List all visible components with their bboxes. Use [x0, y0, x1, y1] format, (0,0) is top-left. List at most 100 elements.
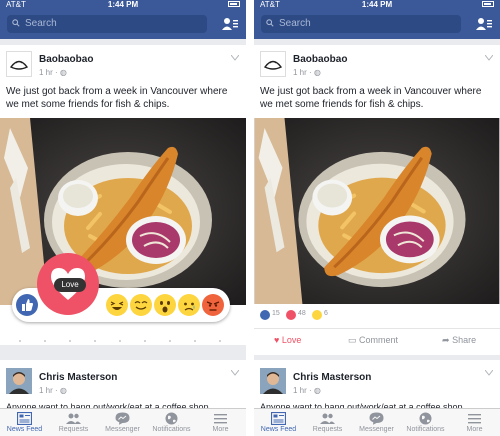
tab-bar: News Feed Requests Messenger Notificatio…: [0, 408, 246, 436]
globe-icon: ◍: [59, 386, 67, 395]
messenger-icon: [115, 412, 130, 425]
tab-messenger[interactable]: Messenger: [98, 409, 147, 436]
comment-button[interactable]: ▭ Comment: [348, 329, 398, 351]
tab-label: Requests: [312, 426, 343, 433]
menu-icon: [468, 414, 481, 424]
smile-reaction-icon[interactable]: [130, 294, 152, 316]
sad-reaction-icon[interactable]: [178, 294, 200, 316]
fish-and-chips-image: [254, 118, 500, 304]
search-icon: [12, 19, 20, 27]
post-author[interactable]: Chris Masterson: [293, 372, 371, 383]
phone-screen-right: AT&T 1:44 PM Search Baobaobao 1 hr · ◍ W…: [254, 0, 500, 436]
tab-label: More: [212, 426, 229, 433]
search-input[interactable]: Search: [7, 15, 207, 33]
tab-requests[interactable]: Requests: [49, 409, 98, 436]
like-count-value: 15: [272, 310, 280, 317]
battery-icon: [482, 1, 494, 7]
search-placeholder: Search: [25, 18, 57, 29]
globe-icon: ◍: [313, 68, 321, 77]
tab-notifications[interactable]: Notifications: [401, 409, 450, 436]
tab-label: Messenger: [359, 426, 394, 433]
avatar[interactable]: [6, 368, 32, 394]
messenger-icon: [369, 412, 384, 425]
post-time: 1 hr: [39, 68, 53, 77]
tab-label: Messenger: [105, 426, 140, 433]
wow-icon: [312, 310, 322, 320]
tab-label: More: [466, 426, 483, 433]
wow-reaction-icon[interactable]: [154, 294, 176, 316]
globe-icon: [165, 412, 178, 425]
post-author[interactable]: Baobaobao: [39, 54, 93, 65]
post-author[interactable]: Baobaobao: [293, 54, 347, 65]
tab-label: News Feed: [6, 426, 43, 433]
top-navbar: Search: [254, 9, 500, 39]
tab-news-feed[interactable]: News Feed: [254, 409, 303, 436]
clock-label: 1:44 PM: [107, 0, 139, 9]
love-icon: [286, 310, 296, 320]
tab-news-feed[interactable]: News Feed: [0, 409, 49, 436]
like-reaction-icon[interactable]: [16, 294, 38, 316]
tab-notifications[interactable]: Notifications: [147, 409, 196, 436]
tab-label: News Feed: [260, 426, 297, 433]
globe-icon: ◍: [59, 68, 67, 77]
post-time: 1 hr: [293, 68, 307, 77]
love-count-value: 48: [298, 310, 306, 317]
comment-icon: ▭: [348, 335, 357, 345]
search-placeholder: Search: [279, 18, 311, 29]
globe-icon: [419, 412, 432, 425]
news-feed-icon: [17, 412, 32, 425]
post-author[interactable]: Chris Masterson: [39, 372, 117, 383]
chevron-down-icon[interactable]: [231, 55, 239, 61]
reaction-tooltip: Love: [54, 278, 86, 292]
friends-list-icon[interactable]: [476, 17, 492, 31]
post-time: 1 hr: [293, 386, 307, 395]
phone-screen-left: AT&T 1:44 PM Search Baobaobao 1 hr · ◍ W…: [0, 0, 246, 436]
post-time: 1 hr: [39, 386, 53, 395]
search-input[interactable]: Search: [261, 15, 461, 33]
tab-label: Notifications: [152, 426, 191, 433]
tab-messenger[interactable]: Messenger: [352, 409, 401, 436]
friends-list-icon[interactable]: [222, 17, 238, 31]
tab-label: Notifications: [406, 426, 445, 433]
love-button-label: Love: [281, 335, 302, 345]
bao-logo-icon: [9, 60, 29, 70]
love-button[interactable]: ♥ Love: [274, 329, 301, 351]
feed-divider: [19, 340, 221, 342]
avatar[interactable]: [260, 368, 286, 394]
status-bar: AT&T 1:44 PM: [0, 0, 246, 9]
post-photo[interactable]: [254, 118, 500, 304]
post-actions: ♥ Love ▭ Comment ➦ Share: [254, 328, 500, 351]
news-feed-icon: [271, 412, 286, 425]
menu-icon: [214, 414, 227, 424]
like-icon: [260, 310, 270, 320]
tab-bar: News Feed Requests Messenger Notificatio…: [254, 408, 500, 436]
angry-reaction-icon[interactable]: [202, 294, 224, 316]
post-meta: 1 hr · ◍: [39, 68, 67, 77]
post-text: We just got back from a week in Vancouve…: [260, 86, 482, 110]
share-button[interactable]: ➦ Share: [442, 329, 476, 351]
friend-requests-icon: [66, 413, 81, 424]
avatar[interactable]: [260, 51, 286, 77]
post-meta: 1 hr · ◍: [293, 386, 321, 395]
chevron-down-icon[interactable]: [485, 55, 493, 61]
chevron-down-icon[interactable]: [231, 370, 239, 376]
chevron-down-icon[interactable]: [485, 370, 493, 376]
share-icon: ➦: [442, 335, 450, 345]
friend-requests-icon: [320, 413, 335, 424]
bao-logo-icon: [263, 60, 283, 70]
status-bar: AT&T 1:44 PM: [254, 0, 500, 9]
tab-label: Requests: [58, 426, 89, 433]
tab-more[interactable]: More: [196, 409, 245, 436]
heart-icon: ♥: [274, 335, 280, 345]
clock-label: 1:44 PM: [361, 0, 393, 9]
globe-icon: ◍: [313, 386, 321, 395]
top-navbar: Search: [0, 9, 246, 39]
feed-post: Baobaobao 1 hr · ◍ We just got back from…: [254, 45, 500, 355]
tab-more[interactable]: More: [450, 409, 499, 436]
haha-reaction-icon[interactable]: [106, 294, 128, 316]
share-button-label: Share: [452, 335, 477, 345]
avatar[interactable]: [6, 51, 32, 77]
search-icon: [266, 19, 274, 27]
post-meta: 1 hr · ◍: [39, 386, 67, 395]
tab-requests[interactable]: Requests: [303, 409, 352, 436]
